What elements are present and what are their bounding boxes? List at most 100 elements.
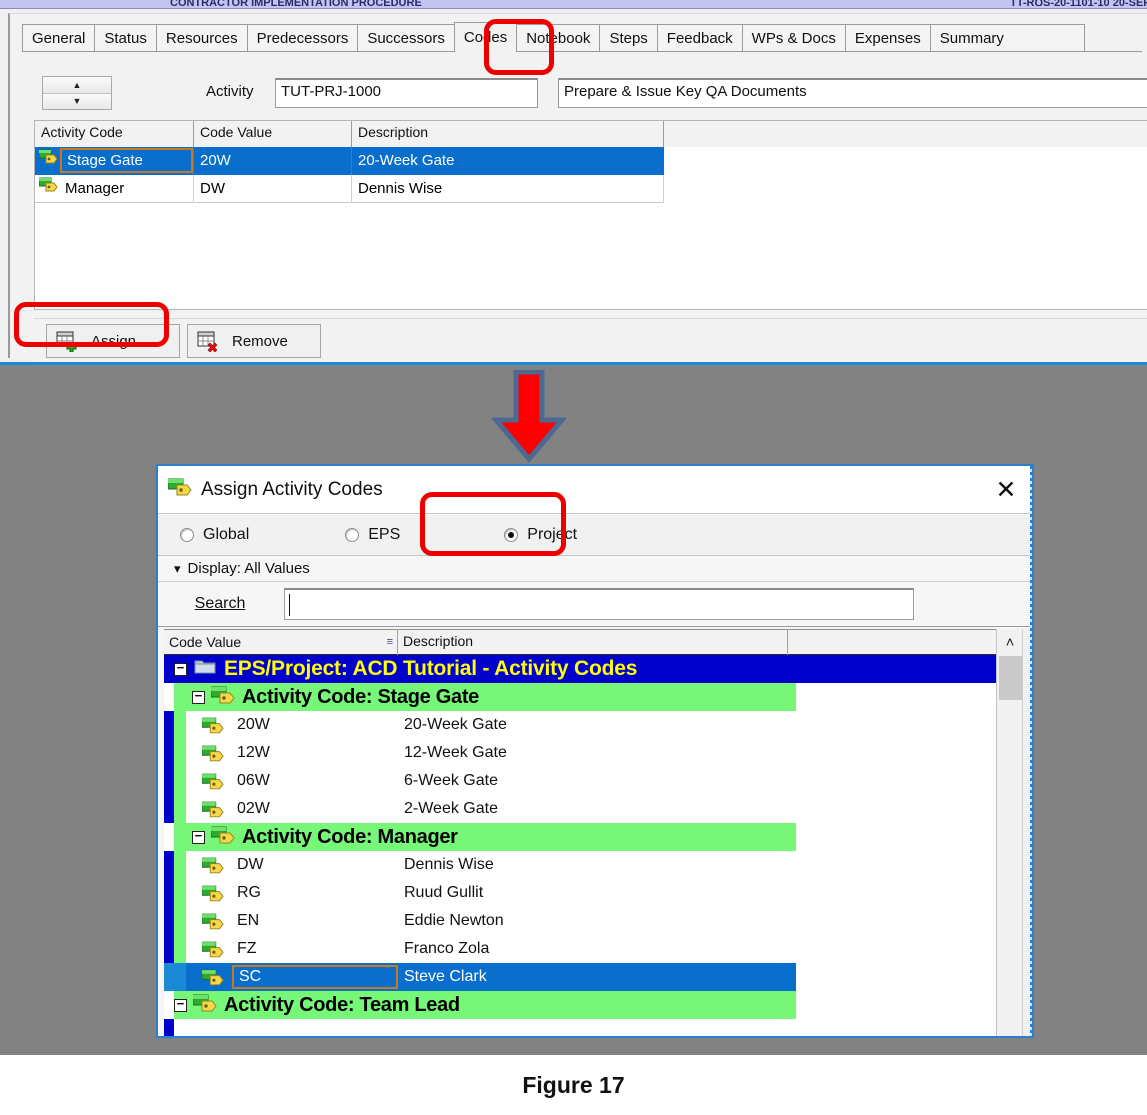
radio-global[interactable]: Global bbox=[180, 526, 249, 544]
remove-grid-x-icon bbox=[197, 331, 220, 352]
column-header-activity-code[interactable]: Activity Code bbox=[35, 121, 194, 147]
collapse-expander-icon[interactable]: − bbox=[192, 690, 205, 704]
stepper-down-button[interactable]: ▼ bbox=[43, 93, 111, 109]
tab-wps-docs[interactable]: WPs & Docs bbox=[741, 24, 846, 52]
activity-stepper[interactable]: ▲ ▼ bbox=[42, 76, 112, 110]
cell-text: Stage Gate bbox=[60, 148, 193, 173]
code-tag-icon bbox=[210, 685, 235, 709]
tree-group-rail bbox=[174, 879, 186, 907]
collapse-expander-icon[interactable]: − bbox=[174, 998, 187, 1012]
column-header-blank[interactable] bbox=[664, 121, 1147, 147]
cell-code-value[interactable]: DW bbox=[194, 174, 352, 203]
code-value-text: DW bbox=[237, 856, 264, 873]
tree-group-rail bbox=[174, 711, 186, 739]
cell-activity-code[interactable]: Stage Gate bbox=[35, 146, 194, 175]
cell-blank[interactable] bbox=[664, 174, 1147, 203]
tree-row-eps-project[interactable]: − EPS/Project: ACD Tutorial - Activity C… bbox=[164, 655, 996, 683]
activity-description-field[interactable]: Prepare & Issue Key QA Documents bbox=[558, 78, 1147, 108]
table-row[interactable]: Manager DW Dennis Wise bbox=[35, 174, 1147, 203]
tab-feedback[interactable]: Feedback bbox=[656, 24, 743, 52]
chevron-down-icon: ▾ bbox=[174, 560, 181, 576]
tab-codes[interactable]: Codes bbox=[453, 22, 518, 52]
tab-label: Summary bbox=[939, 30, 1004, 47]
code-tag-icon bbox=[201, 884, 224, 907]
assign-activity-codes-dialog: Assign Activity Codes ✕ Global EPS Proje… bbox=[156, 464, 1034, 1038]
tree-row-code-value[interactable]: 20W 20-Week Gate bbox=[164, 711, 996, 739]
tab-expenses[interactable]: Expenses bbox=[844, 24, 931, 52]
tab-label: Expenses bbox=[854, 30, 921, 47]
display-filter-row[interactable]: ▾ Display: All Values bbox=[158, 556, 1032, 582]
tree-row-code-value[interactable]: RG Ruud Gullit bbox=[164, 879, 996, 907]
tree-row-code-value[interactable]: EN Eddie Newton bbox=[164, 907, 996, 935]
tab-status[interactable]: Status bbox=[94, 24, 157, 52]
dialog-right-edge-stripe bbox=[1030, 466, 1032, 1036]
tab-summary[interactable]: Summary bbox=[929, 24, 1014, 52]
tab-general[interactable]: General bbox=[22, 24, 96, 52]
radio-label: Global bbox=[203, 526, 250, 543]
radio-label: EPS bbox=[368, 526, 401, 543]
tree-vertical-scrollbar[interactable]: ˄ bbox=[996, 629, 1023, 1036]
tab-label: Feedback bbox=[666, 30, 733, 47]
column-header-description[interactable]: Description bbox=[352, 121, 664, 147]
scrollbar-thumb[interactable] bbox=[999, 656, 1022, 700]
close-icon[interactable]: ✕ bbox=[992, 476, 1020, 504]
stepper-up-button[interactable]: ▲ bbox=[43, 77, 111, 94]
tab-successors[interactable]: Successors bbox=[357, 24, 455, 52]
code-tag-icon bbox=[201, 856, 224, 879]
scroll-up-arrow-icon[interactable]: ˄ bbox=[997, 629, 1023, 655]
column-header-description[interactable]: Description bbox=[398, 629, 788, 655]
figure-caption-area: Figure 17 bbox=[0, 1055, 1147, 1115]
column-header-blank[interactable] bbox=[788, 629, 956, 655]
tree-row-code-value[interactable]: 06W 6-Week Gate bbox=[164, 767, 996, 795]
tab-notebook[interactable]: Notebook bbox=[516, 24, 601, 52]
activity-id-field[interactable]: TUT-PRJ-1000 bbox=[275, 78, 538, 108]
tab-resources[interactable]: Resources bbox=[155, 24, 248, 52]
grid-header-row: Activity Code Code Value Description bbox=[35, 121, 1147, 147]
search-label: Search bbox=[194, 595, 246, 612]
sort-filter-icon[interactable]: ≡ bbox=[387, 630, 393, 654]
tab-steps[interactable]: Steps bbox=[599, 24, 658, 52]
tab-label: Resources bbox=[165, 30, 238, 47]
tab-label: Successors bbox=[367, 30, 445, 47]
tab-label: Status bbox=[104, 30, 147, 47]
assign-button[interactable]: Assign bbox=[46, 324, 180, 358]
search-input[interactable] bbox=[284, 588, 914, 620]
code-description-text: 6-Week Gate bbox=[404, 772, 498, 789]
tree-rail bbox=[164, 851, 174, 879]
code-description-text: Steve Clark bbox=[404, 968, 487, 985]
radio-project[interactable]: Project bbox=[504, 526, 577, 544]
remove-button[interactable]: Remove bbox=[187, 324, 321, 358]
code-tag-icon bbox=[210, 825, 235, 849]
tree-group-manager[interactable]: − Activity Code: Manager bbox=[164, 823, 996, 851]
activity-label: Activity bbox=[206, 83, 254, 100]
radio-indicator bbox=[345, 528, 360, 542]
assign-button-label: Assign bbox=[91, 332, 137, 350]
code-description-text: 2-Week Gate bbox=[404, 800, 498, 817]
radio-eps[interactable]: EPS bbox=[345, 526, 400, 544]
tree-row-label: Activity Code: Manager bbox=[242, 825, 458, 848]
folder-icon bbox=[194, 658, 216, 680]
tab-label: General bbox=[32, 30, 86, 47]
collapse-expander-icon[interactable]: − bbox=[174, 662, 187, 676]
cell-description[interactable]: Dennis Wise bbox=[352, 174, 664, 203]
table-row[interactable]: Stage Gate 20W 20-Week Gate bbox=[35, 146, 1147, 175]
code-tag-icon bbox=[201, 968, 224, 991]
code-value-text: SC bbox=[232, 965, 398, 989]
tree-group-team-lead[interactable]: − Activity Code: Team Lead bbox=[164, 991, 996, 1019]
tree-group-rail bbox=[174, 739, 186, 767]
cell-blank[interactable] bbox=[664, 146, 1147, 175]
cell-activity-code[interactable]: Manager bbox=[35, 174, 194, 203]
tree-group-stage-gate[interactable]: − Activity Code: Stage Gate bbox=[164, 683, 996, 711]
tab-predecessors[interactable]: Predecessors bbox=[246, 24, 359, 52]
tree-row-code-value[interactable]: 02W 2-Week Gate bbox=[164, 795, 996, 823]
column-header-code-value[interactable]: Code Value ≡ bbox=[164, 629, 398, 655]
cell-code-value[interactable]: 20W bbox=[194, 146, 352, 175]
tree-row-code-value-selected[interactable]: SC Steve Clark bbox=[164, 963, 996, 991]
tree-row-code-value[interactable]: DW Dennis Wise bbox=[164, 851, 996, 879]
collapse-expander-icon[interactable]: − bbox=[192, 830, 205, 844]
tree-row-code-value[interactable]: FZ Franco Zola bbox=[164, 935, 996, 963]
column-header-code-value[interactable]: Code Value bbox=[194, 121, 352, 147]
tab-label: Codes bbox=[463, 29, 508, 46]
cell-description[interactable]: 20-Week Gate bbox=[352, 147, 664, 175]
tree-row-code-value[interactable]: 12W 12-Week Gate bbox=[164, 739, 996, 767]
